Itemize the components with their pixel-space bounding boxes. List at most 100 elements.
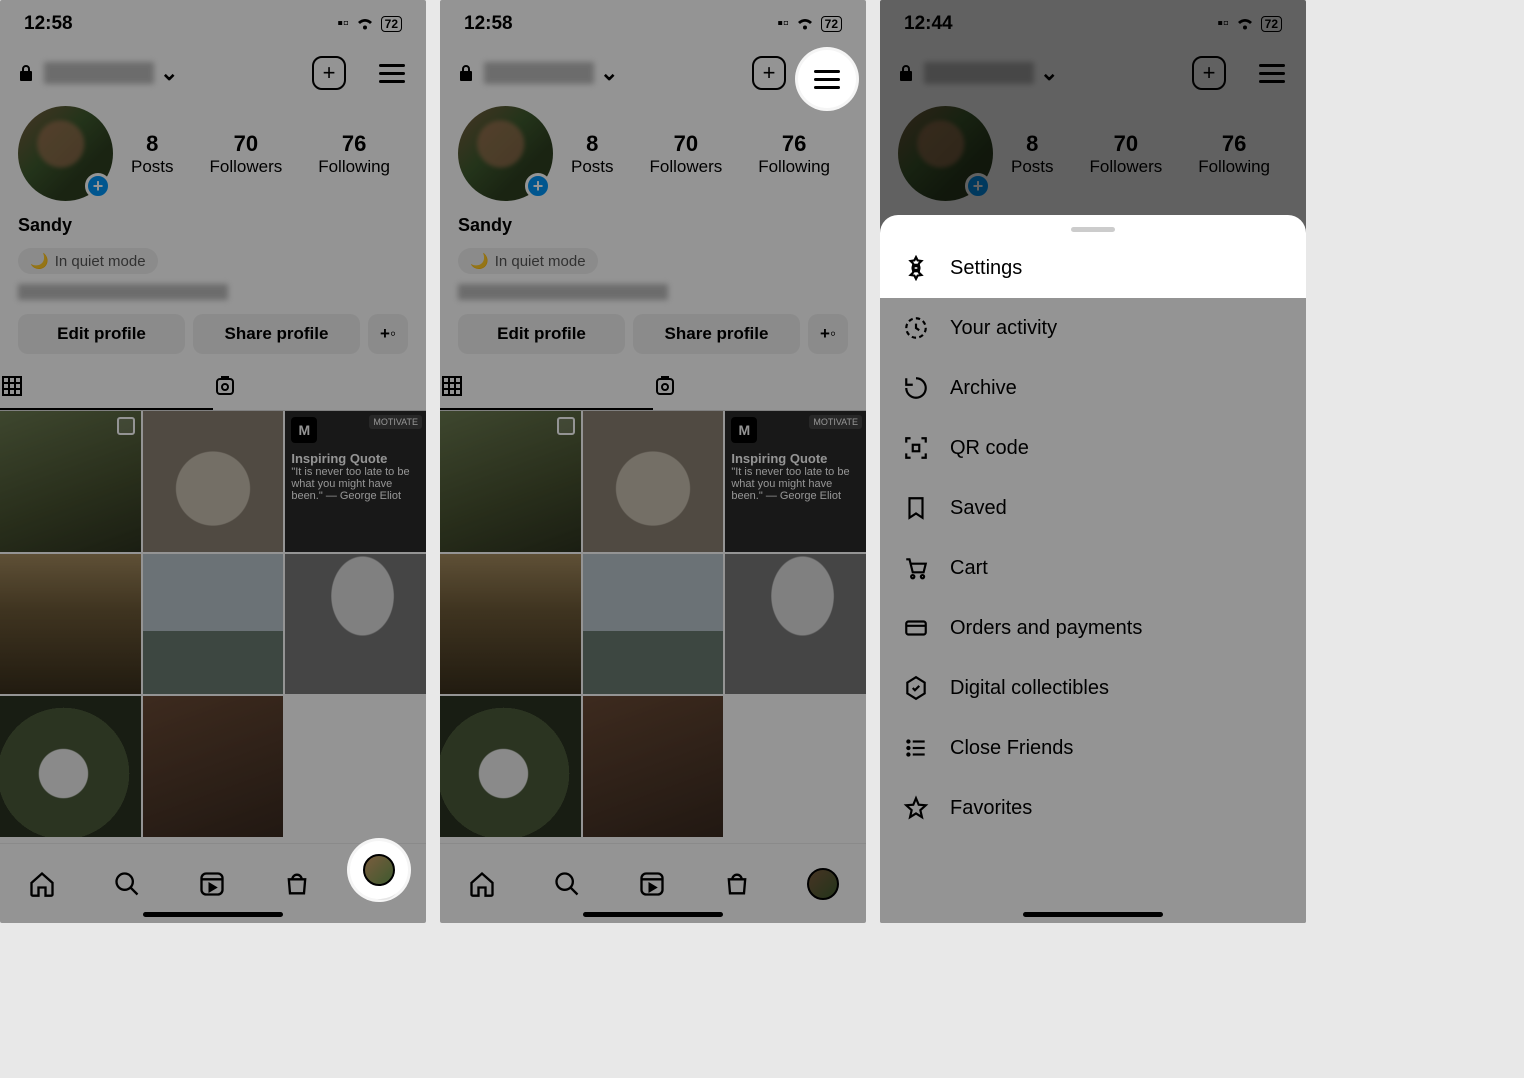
reels-tab[interactable]	[637, 869, 667, 899]
followers-stat[interactable]: 70Followers	[1089, 131, 1162, 177]
menu-item-cart[interactable]: Cart	[880, 538, 1306, 598]
shop-tab[interactable]	[282, 869, 312, 899]
lock-icon	[18, 64, 34, 82]
profile-avatar[interactable]: +	[458, 106, 553, 201]
posts-stat[interactable]: 8 Posts	[131, 131, 174, 177]
bio-text	[18, 284, 228, 300]
chevron-down-icon: ⌄	[600, 60, 618, 86]
grid-tab[interactable]	[440, 364, 653, 410]
following-stat[interactable]: 76 Following	[318, 131, 390, 177]
status-icons: ▪▫ 72	[1217, 15, 1282, 33]
tagged-tab[interactable]	[213, 364, 426, 410]
post-thumbnail[interactable]	[583, 554, 724, 695]
home-tab[interactable]	[27, 869, 57, 899]
post-thumbnail[interactable]: MOTIVATE M Inspiring Quote "It is never …	[285, 411, 426, 552]
menu-button[interactable]	[376, 57, 408, 89]
username-dropdown[interactable]: ⌄	[484, 60, 742, 86]
battery-icon: 72	[381, 16, 402, 32]
search-tab[interactable]	[552, 869, 582, 899]
person-plus-icon: +◦	[820, 324, 836, 344]
followers-stat[interactable]: 70Followers	[649, 131, 722, 177]
display-name: Sandy	[440, 209, 866, 242]
post-thumbnail[interactable]	[725, 554, 866, 695]
post-thumbnail[interactable]	[583, 411, 724, 552]
post-thumbnail[interactable]	[0, 554, 141, 695]
edit-profile-button[interactable]: Edit profile	[458, 314, 625, 354]
post-thumbnail[interactable]	[143, 696, 284, 837]
menu-item-qrcode[interactable]: QR code	[880, 418, 1306, 478]
menu-item-settings[interactable]: Settings	[880, 238, 1306, 298]
menu-button[interactable]	[1256, 57, 1288, 89]
search-tab[interactable]	[112, 869, 142, 899]
post-thumbnail[interactable]	[0, 411, 141, 552]
discover-people-button[interactable]: +◦	[368, 314, 408, 354]
clock: 12:44	[904, 13, 953, 35]
home-indicator	[1023, 912, 1163, 917]
post-thumbnail[interactable]	[143, 554, 284, 695]
reels-tab[interactable]	[197, 869, 227, 899]
menu-item-saved[interactable]: Saved	[880, 478, 1306, 538]
create-button[interactable]: +	[312, 56, 346, 90]
search-icon	[553, 870, 581, 898]
post-thumbnail[interactable]	[143, 411, 284, 552]
profile-avatar[interactable]: +	[18, 106, 113, 201]
username-dropdown[interactable]: ⌄	[924, 60, 1182, 86]
menu-item-close-friends[interactable]: Close Friends	[880, 718, 1306, 778]
menu-item-digital[interactable]: Digital collectibles	[880, 658, 1306, 718]
posts-stat[interactable]: 8Posts	[571, 131, 614, 177]
edit-profile-button[interactable]: Edit profile	[18, 314, 185, 354]
menu-item-activity[interactable]: Your activity	[880, 298, 1306, 358]
menu-button-highlighted[interactable]	[811, 63, 843, 95]
plus-icon: +	[763, 60, 776, 86]
display-name: Sandy	[0, 209, 426, 242]
quiet-mode-badge[interactable]: 🌙 In quiet mode	[18, 248, 158, 274]
grid-tab[interactable]	[0, 364, 213, 410]
profile-tab[interactable]	[807, 868, 839, 900]
share-profile-button[interactable]: Share profile	[633, 314, 800, 354]
home-icon	[468, 870, 496, 898]
menu-item-favorites[interactable]: Favorites	[880, 778, 1306, 838]
reels-icon	[638, 870, 666, 898]
wifi-icon	[795, 16, 815, 32]
following-stat[interactable]: 76Following	[1198, 131, 1270, 177]
post-thumbnail[interactable]: MOTIVATEMInspiring Quote"It is never too…	[725, 411, 866, 552]
create-button[interactable]: +	[752, 56, 786, 90]
home-tab[interactable]	[467, 869, 497, 899]
menu-item-archive[interactable]: Archive	[880, 358, 1306, 418]
posts-stat[interactable]: 8Posts	[1011, 131, 1054, 177]
bag-icon	[723, 870, 751, 898]
profile-tab-highlighted[interactable]	[363, 854, 395, 886]
motivate-badge: MOTIVATE	[369, 415, 422, 429]
profile-avatar[interactable]: +	[898, 106, 993, 201]
create-button[interactable]: +	[1192, 56, 1226, 90]
search-icon	[113, 870, 141, 898]
post-thumbnail[interactable]	[0, 696, 141, 837]
discover-people-button[interactable]: +◦	[808, 314, 848, 354]
carousel-icon	[557, 417, 575, 435]
list-star-icon	[902, 734, 930, 762]
lock-icon	[898, 64, 914, 82]
tagged-tab[interactable]	[653, 364, 866, 410]
add-story-badge[interactable]: +	[965, 173, 991, 199]
menu-item-orders[interactable]: Orders and payments	[880, 598, 1306, 658]
share-profile-button[interactable]: Share profile	[193, 314, 360, 354]
add-story-badge[interactable]: +	[525, 173, 551, 199]
grid-icon	[0, 374, 213, 398]
post-thumbnail[interactable]	[285, 554, 426, 695]
home-indicator	[583, 912, 723, 917]
followers-stat[interactable]: 70 Followers	[209, 131, 282, 177]
add-story-badge[interactable]: +	[85, 173, 111, 199]
bottom-nav	[440, 843, 866, 923]
wifi-icon	[1235, 16, 1255, 32]
sheet-handle[interactable]	[1071, 227, 1115, 232]
post-thumbnail[interactable]	[583, 696, 724, 837]
post-thumbnail[interactable]	[440, 411, 581, 552]
tagged-icon	[213, 374, 426, 398]
shop-tab[interactable]	[722, 869, 752, 899]
username-dropdown[interactable]: ⌄	[44, 60, 302, 86]
lock-icon	[458, 64, 474, 82]
quiet-mode-badge[interactable]: 🌙In quiet mode	[458, 248, 598, 274]
post-thumbnail[interactable]	[440, 554, 581, 695]
post-thumbnail[interactable]	[440, 696, 581, 837]
following-stat[interactable]: 76Following	[758, 131, 830, 177]
